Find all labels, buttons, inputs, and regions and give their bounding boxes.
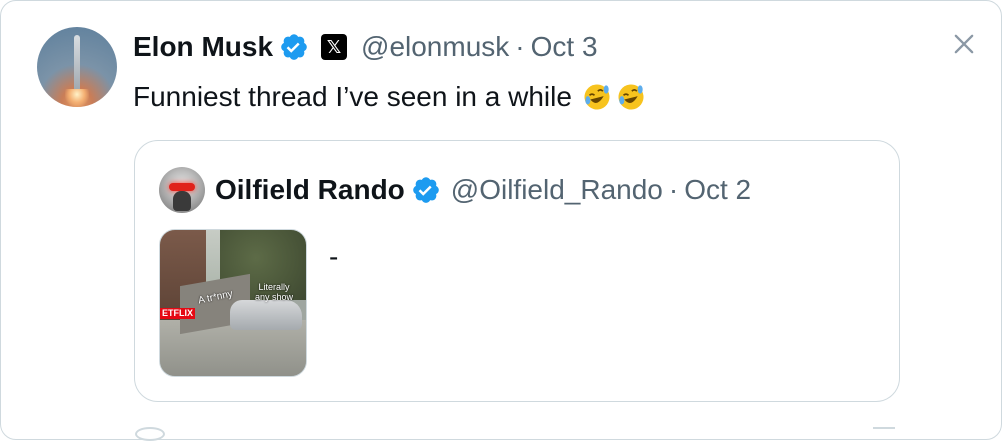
rofl-emoji-icon xyxy=(584,84,610,110)
quoted-tweet-text: - xyxy=(329,241,339,272)
quoted-tweet-date[interactable]: Oct 2 xyxy=(684,174,751,206)
media-car xyxy=(230,300,302,330)
quoted-media-thumbnail[interactable]: A tr*nny Literally any show ETFLIX xyxy=(159,229,307,377)
quoted-author-handle[interactable]: @Oilfield_Rando xyxy=(451,174,663,206)
tweet-text-row: Funniest thread I’ve seen in a while xyxy=(133,75,646,119)
author-avatar[interactable] xyxy=(37,27,117,107)
tweet-header: Elon Musk 𝕏 @elonmusk · Oct 3 xyxy=(133,27,598,67)
quoted-header-separator: · xyxy=(668,174,679,205)
verified-badge-icon xyxy=(281,34,307,60)
quoted-author-name[interactable]: Oilfield Rando xyxy=(215,174,405,206)
avatar-laser-eyes-graphic xyxy=(169,183,195,191)
quoted-author-avatar[interactable] xyxy=(159,167,205,213)
tweet-card[interactable]: Elon Musk 𝕏 @elonmusk · Oct 3 Funniest t… xyxy=(0,0,1002,441)
quoted-tweet-header: Oilfield Rando @Oilfield_Rando · Oct 2 xyxy=(215,171,751,209)
avatar-flame-graphic xyxy=(65,89,89,107)
quoted-tweet[interactable]: Oilfield Rando @Oilfield_Rando · Oct 2 A… xyxy=(134,140,900,402)
share-icon[interactable] xyxy=(873,427,895,439)
avatar-rocket-graphic xyxy=(74,35,80,97)
author-handle[interactable]: @elonmusk xyxy=(361,31,509,63)
verified-badge-icon xyxy=(412,177,439,203)
x-affiliation-badge-icon: 𝕏 xyxy=(321,34,348,60)
reply-icon[interactable] xyxy=(135,427,165,441)
header-separator: · xyxy=(515,31,525,62)
close-icon[interactable] xyxy=(947,27,981,61)
rofl-emoji-icon xyxy=(618,84,644,110)
tweet-date[interactable]: Oct 3 xyxy=(531,31,598,63)
close-x-glyph xyxy=(954,34,974,54)
author-name[interactable]: Elon Musk xyxy=(133,31,273,63)
media-netflix-logo: ETFLIX xyxy=(160,308,195,319)
media-caption-right: Literally any show xyxy=(254,282,294,302)
avatar-face-graphic xyxy=(173,191,191,211)
tweet-text: Funniest thread I’ve seen in a while xyxy=(133,81,572,112)
